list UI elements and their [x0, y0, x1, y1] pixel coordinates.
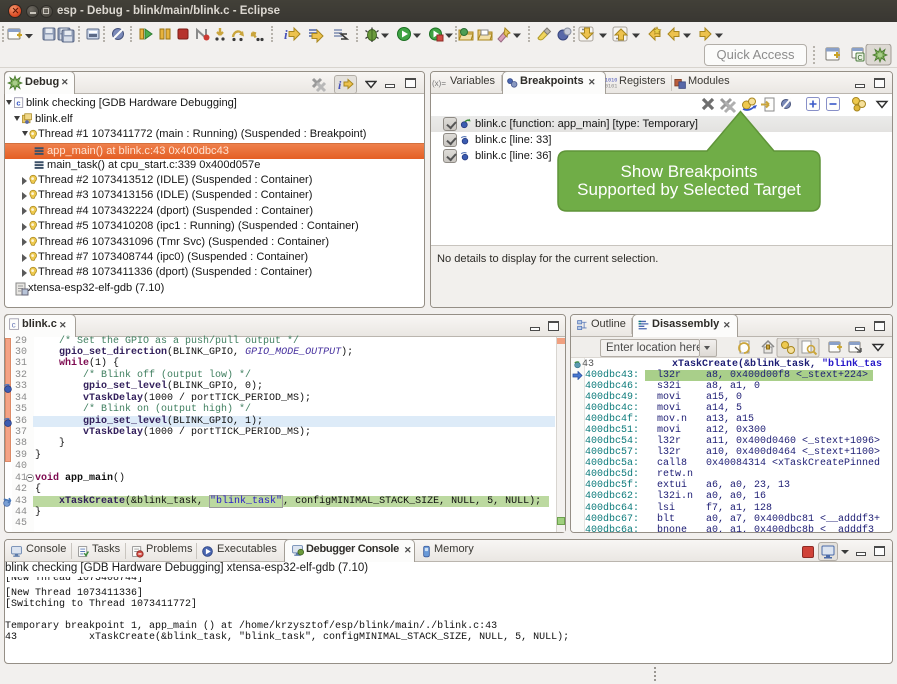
svg-text:c: c: [16, 99, 20, 108]
svg-text:i: i: [284, 27, 288, 42]
svg-text:C: C: [858, 55, 863, 62]
svg-text:0101: 0101: [605, 83, 617, 89]
svg-text:c: c: [12, 320, 16, 329]
svg-text:(x)=: (x)=: [432, 79, 446, 88]
